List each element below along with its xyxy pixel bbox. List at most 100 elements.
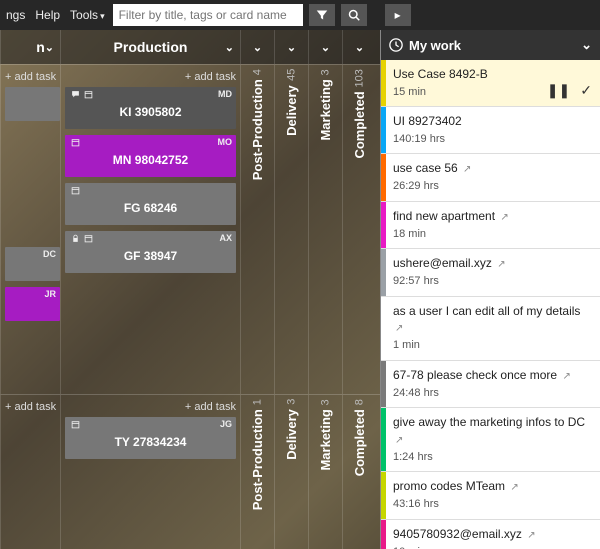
mywork-item[interactable]: 9405780932@email.xyz ↗ 10 min: [381, 520, 600, 549]
color-stripe: [381, 107, 386, 153]
search-button[interactable]: [341, 4, 367, 26]
mywork-title: My work: [409, 38, 461, 53]
mywork-chevron[interactable]: ⌄: [581, 37, 592, 53]
column-header-mini-3: ⌄: [342, 30, 376, 64]
mini-col-delivery[interactable]: Delivery45: [284, 69, 299, 142]
kanban-card[interactable]: MO MN 98042752: [65, 135, 236, 177]
mywork-item-sub: 18 min: [393, 227, 592, 242]
mini-col-marketing[interactable]: Marketing3: [318, 399, 333, 477]
mywork-item-sub: 26:29 hrs: [393, 179, 592, 194]
card-icons: [71, 420, 80, 429]
mywork-item-title: UI 89273402: [393, 113, 592, 130]
external-link-icon: ↗: [395, 323, 403, 334]
add-task-col0-lane1[interactable]: + add task: [5, 69, 56, 87]
column-chevron-0[interactable]: ⌄: [45, 41, 54, 54]
external-link-icon: ↗: [395, 435, 403, 446]
kanban-card[interactable]: [5, 87, 60, 121]
menu-settings[interactable]: ngs: [4, 8, 27, 22]
card-title: TY 27834234: [71, 435, 230, 449]
mywork-item-sub: 43:16 hrs: [393, 497, 592, 512]
card-icons: [71, 138, 80, 147]
mini-col-post-production[interactable]: Post-Production1: [250, 399, 265, 516]
add-task-production-lane2[interactable]: + add task: [65, 399, 236, 417]
mywork-item[interactable]: 67-78 please check once more ↗ 24:48 hrs: [381, 361, 600, 408]
column-header-mini-0: ⌄: [240, 30, 274, 64]
caret-right-icon: ▸: [395, 8, 401, 22]
mini-col-marketing[interactable]: Marketing3: [318, 69, 333, 147]
kanban-card[interactable]: JR: [5, 287, 60, 321]
kanban-card[interactable]: FG 68246: [65, 183, 236, 225]
external-link-icon: ↗: [527, 530, 535, 541]
funnel-icon: [316, 9, 328, 21]
mywork-item-sub: 24:48 hrs: [393, 386, 592, 401]
card-icons: [71, 90, 93, 99]
card-title: MN 98042752: [71, 153, 230, 167]
add-task-production-lane1[interactable]: + add task: [65, 69, 236, 87]
done-button[interactable]: ✓: [580, 81, 592, 101]
mywork-item-sub: 92:57 hrs: [393, 274, 592, 289]
card-title: FG 68246: [71, 201, 230, 215]
mywork-item-title: as a user I can edit all of my details ↗: [393, 303, 592, 337]
external-link-icon: ↗: [562, 371, 570, 382]
expand-button[interactable]: ▸: [385, 4, 411, 26]
mini-col-delivery[interactable]: Delivery3: [284, 399, 299, 466]
kanban-card[interactable]: JG TY 27834234: [65, 417, 236, 459]
kanban-card[interactable]: DC: [5, 247, 60, 281]
external-link-icon: ↗: [463, 164, 471, 175]
add-task-col0-lane2[interactable]: + add task: [5, 399, 56, 417]
kanban-card[interactable]: AX GF 38947: [65, 231, 236, 273]
card-icons: [71, 234, 93, 243]
color-stripe: [381, 154, 386, 200]
column-chevron-mini-2[interactable]: ⌄: [321, 41, 330, 54]
mywork-item[interactable]: as a user I can edit all of my details ↗…: [381, 297, 600, 361]
column-chevron-production[interactable]: ⌄: [225, 41, 234, 54]
mywork-item[interactable]: give away the marketing infos to DC ↗1:2…: [381, 408, 600, 472]
column-header-mini-1: ⌄: [274, 30, 308, 64]
menu-help[interactable]: Help: [33, 8, 62, 22]
color-stripe: [381, 297, 386, 360]
mywork-item[interactable]: Use Case 8492-B 15 min❚❚✓: [381, 60, 600, 107]
card-badge: DC: [43, 249, 56, 259]
mywork-item-title: ushere@email.xyz ↗: [393, 255, 592, 272]
column-chevron-mini-0[interactable]: ⌄: [253, 41, 262, 54]
mywork-item[interactable]: UI 89273402 140:19 hrs: [381, 107, 600, 154]
mywork-item-sub: 10 min: [393, 545, 592, 549]
mywork-item[interactable]: use case 56 ↗ 26:29 hrs: [381, 154, 600, 201]
mywork-item-title: 67-78 please check once more ↗: [393, 367, 592, 384]
filter-dropdown-button[interactable]: [309, 4, 335, 26]
color-stripe: [381, 60, 386, 106]
card-badge: MO: [218, 137, 233, 147]
card-title: GF 38947: [71, 249, 230, 263]
card-title: KI 3905802: [71, 105, 230, 119]
external-link-icon: ↗: [500, 212, 508, 223]
color-stripe: [381, 472, 386, 518]
kanban-card[interactable]: MDKI 3905802: [65, 87, 236, 129]
card-badge: JG: [220, 419, 232, 429]
column-chevron-mini-1[interactable]: ⌄: [287, 41, 296, 54]
card-badge: AX: [219, 233, 232, 243]
column-chevron-mini-3[interactable]: ⌄: [355, 41, 364, 54]
mywork-item-title: use case 56 ↗: [393, 160, 592, 177]
color-stripe: [381, 202, 386, 248]
external-link-icon: ↗: [510, 482, 518, 493]
mywork-item[interactable]: ushere@email.xyz ↗ 92:57 hrs: [381, 249, 600, 296]
column-label-0: n: [36, 39, 45, 55]
card-icons: [71, 186, 80, 195]
pause-button[interactable]: ❚❚: [547, 81, 570, 101]
mywork-item[interactable]: promo codes MTeam ↗ 43:16 hrs: [381, 472, 600, 519]
mywork-item[interactable]: find new apartment ↗ 18 min: [381, 202, 600, 249]
card-badge: JR: [44, 289, 56, 299]
mini-col-post-production[interactable]: Post-Production4: [250, 69, 265, 186]
mywork-item-title: 9405780932@email.xyz ↗: [393, 526, 592, 543]
menu-tools-label: Tools: [70, 8, 98, 22]
menu-tools[interactable]: Tools▾: [68, 8, 107, 22]
mywork-header[interactable]: My work ⌄: [381, 30, 600, 60]
chevron-down-icon: ▾: [100, 11, 105, 21]
mywork-item-title: find new apartment ↗: [393, 208, 592, 225]
mini-col-completed[interactable]: Completed8: [352, 399, 367, 482]
filter-input[interactable]: [113, 4, 303, 26]
column-header-production: Production ⌄: [60, 30, 240, 64]
mini-col-completed[interactable]: Completed103: [352, 69, 367, 165]
mywork-item-title: promo codes MTeam ↗: [393, 478, 592, 495]
color-stripe: [381, 520, 386, 549]
